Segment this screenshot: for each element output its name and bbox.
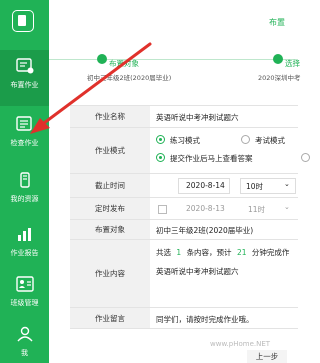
chevron-down-icon: ⌄ [284, 180, 290, 188]
resources-icon [20, 172, 30, 188]
step-2-title: 选择 [285, 59, 300, 68]
mode-row: 作业模式 练习模式 考试模式 提交作业后马上查看答案 [70, 127, 310, 173]
sidebar-item-check-homework[interactable]: 检查作业 [0, 108, 49, 164]
practice-mode-label: 练习模式 [170, 136, 200, 145]
sidebar-item-resources[interactable]: 我的资源 [0, 164, 49, 220]
check-homework-icon [16, 116, 32, 131]
name-label: 作业名称 [70, 106, 150, 127]
content-item[interactable]: 英语听说中考冲刺试题六 [156, 266, 239, 277]
step-progress: 布置对象 初中三年级2班(2020届毕业) 选择 2020深圳中考 [49, 44, 301, 90]
target-value: 初中三年级2班(2020届毕业) [156, 226, 254, 235]
alt-answer-radio[interactable] [301, 153, 310, 162]
assign-homework-icon [16, 58, 34, 74]
name-row: 作业名称 英语听说中考冲刺试题六 [70, 105, 298, 127]
content-suffix: 分钟完成作 [251, 248, 290, 257]
content-label: 作业内容 [70, 240, 150, 307]
view-answer-label: 提交作业后马上查看答案 [170, 154, 253, 163]
sidebar-item-label: 布置作业 [10, 81, 39, 89]
schedule-row: 定时发布 2020-8-13 11时 ⌄ [70, 197, 298, 219]
content-summary: 共选 1 条内容，预计 21 分钟完成作 [156, 247, 289, 258]
content-middle: 条内容，预计 [186, 248, 232, 257]
schedule-label: 定时发布 [70, 198, 150, 219]
target-label: 布置对象 [70, 220, 150, 239]
deadline-row: 截止时间 2020-8-14 10时 ⌄ [70, 173, 298, 197]
content-minutes: 21 [236, 248, 247, 257]
sidebar-item-label: 班级管理 [10, 299, 39, 307]
target-row: 布置对象 初中三年级2班(2020届毕业) [70, 219, 298, 239]
sidebar-item-assign-homework[interactable]: 布置作业 [0, 50, 49, 106]
sidebar-item-profile[interactable]: 我 [0, 318, 49, 363]
app-logo-icon [12, 10, 34, 32]
step-1-dot [97, 54, 107, 64]
page-title: 布置 [269, 18, 285, 27]
step-2-dot [273, 54, 283, 64]
view-answer-radio[interactable] [156, 153, 165, 162]
class-management-icon [16, 276, 34, 292]
content-prefix: 共选 [156, 248, 171, 257]
exam-mode-label: 考试模式 [255, 136, 285, 145]
step-1-subtitle: 初中三年级2班(2020届毕业) [87, 74, 172, 82]
chevron-down-icon: ⌄ [284, 203, 290, 211]
schedule-checkbox[interactable] [158, 205, 167, 214]
schedule-date-value[interactable]: 2020-8-13 [186, 204, 225, 213]
sidebar-item-report[interactable]: 作业报告 [0, 218, 49, 274]
watermark: www.pHome.NET [210, 340, 271, 348]
report-icon [18, 228, 31, 241]
deadline-label: 截止时间 [70, 174, 150, 197]
sidebar-item-label: 检查作业 [10, 139, 39, 147]
sidebar: 布置作业 检查作业 我的资源 作业报告 班级管理 我 [0, 0, 49, 363]
practice-mode-radio[interactable] [156, 135, 165, 144]
schedule-hour-value[interactable]: 11时 [248, 204, 265, 215]
header: 布置 [49, 0, 298, 44]
step-line [49, 59, 97, 60]
mode-label: 作业模式 [70, 128, 150, 173]
content-count: 1 [176, 248, 182, 257]
sidebar-item-label: 我的资源 [10, 195, 39, 203]
content-row: 作业内容 共选 1 条内容，预计 21 分钟完成作 英语听说中考冲刺试题六 [70, 239, 298, 307]
step-1-title: 布置对象 [109, 59, 139, 68]
remark-label: 作业留言 [70, 308, 150, 328]
remark-row: 作业留言 同学们，请按时完成作业哦。 [70, 307, 298, 329]
exam-mode-radio[interactable] [241, 135, 250, 144]
deadline-date-value: 2020-8-14 [186, 181, 225, 190]
profile-icon [17, 326, 33, 342]
sidebar-item-class-management[interactable]: 班级管理 [0, 268, 49, 324]
deadline-hour-value: 10时 [246, 182, 264, 191]
sidebar-item-label: 作业报告 [10, 249, 39, 257]
step-2-subtitle: 2020深圳中考 [258, 74, 301, 82]
prev-step-button[interactable]: 上一步 [247, 350, 287, 363]
remark-value[interactable]: 同学们，请按时完成作业哦。 [156, 314, 254, 325]
name-value[interactable]: 英语听说中考冲刺试题六 [156, 112, 239, 123]
sidebar-item-label: 我 [21, 349, 28, 357]
